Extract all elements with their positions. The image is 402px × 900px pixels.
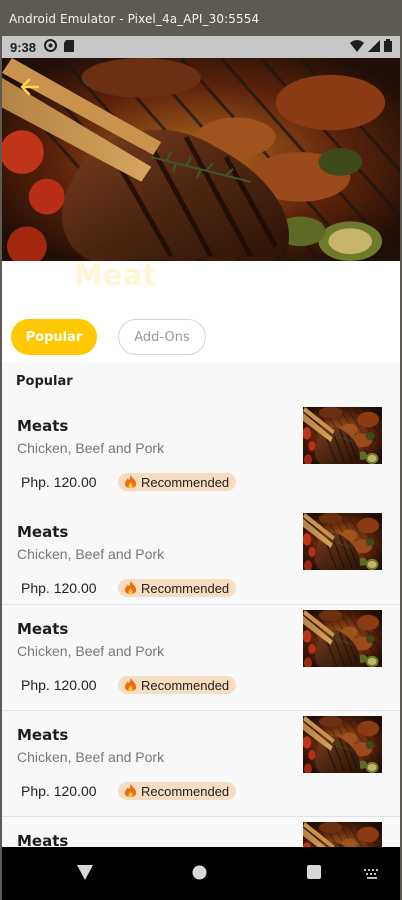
back-arrow-icon[interactable]	[18, 75, 42, 99]
item-name: Meats	[17, 832, 69, 847]
page-title: Meat	[74, 258, 157, 292]
status-bar: 9:38	[2, 36, 400, 58]
fire-icon	[124, 783, 137, 799]
fire-icon	[124, 677, 137, 693]
menu-item[interactable]: Meats Chicken, Beef and Pork Php. 120.00…	[2, 710, 400, 816]
badge-label: Recommended	[141, 677, 230, 693]
android-nav-bar	[2, 847, 400, 900]
item-price: Php. 120.00	[21, 474, 97, 490]
sd-card-icon	[64, 39, 75, 55]
item-name: Meats	[17, 417, 69, 435]
item-name: Meats	[17, 726, 69, 744]
item-name: Meats	[17, 523, 69, 541]
tab-popular[interactable]: Popular	[11, 319, 97, 355]
item-thumbnail	[303, 513, 382, 570]
recommended-badge: Recommended	[118, 676, 237, 694]
recommended-badge: Recommended	[118, 473, 237, 491]
hero-image	[2, 58, 400, 261]
recommended-badge: Recommended	[118, 782, 237, 800]
item-description: Chicken, Beef and Pork	[17, 749, 165, 765]
keyboard-icon[interactable]	[364, 867, 380, 885]
overview-square-icon[interactable]	[307, 865, 321, 884]
badge-label: Recommended	[141, 474, 230, 490]
menu-item[interactable]: Meats	[2, 816, 400, 847]
menu-item[interactable]: Meats Chicken, Beef and Pork Php. 120.00…	[2, 508, 400, 614]
item-description: Chicken, Beef and Pork	[17, 440, 165, 456]
badge-label: Recommended	[141, 783, 230, 799]
fire-icon	[124, 580, 137, 596]
menu-list: Popular Meats Chicken, Beef and Pork Php…	[2, 362, 400, 847]
item-name: Meats	[17, 620, 69, 638]
badge-label: Recommended	[141, 580, 230, 596]
section-heading: Popular	[16, 374, 73, 389]
wifi-icon	[350, 39, 364, 55]
menu-item[interactable]: Meats Chicken, Beef and Pork Php. 120.00…	[2, 604, 400, 710]
item-price: Php. 120.00	[21, 580, 97, 596]
data-saver-icon	[44, 39, 58, 55]
menu-item[interactable]: Meats Chicken, Beef and Pork Php. 120.00…	[2, 402, 400, 508]
status-time: 9:38	[10, 39, 37, 55]
item-thumbnail	[303, 822, 382, 847]
back-triangle-icon[interactable]	[76, 863, 94, 886]
item-thumbnail	[303, 716, 382, 773]
recommended-badge: Recommended	[118, 579, 237, 597]
item-description: Chicken, Beef and Pork	[17, 546, 165, 562]
status-right-icons	[350, 39, 392, 55]
home-circle-icon[interactable]	[192, 865, 207, 885]
item-price: Php. 120.00	[21, 677, 97, 693]
battery-icon	[384, 39, 392, 55]
item-price: Php. 120.00	[21, 783, 97, 799]
emulator-title-bar: Android Emulator - Pixel_4a_API_30:5554	[0, 0, 402, 36]
signal-icon	[368, 39, 380, 55]
tab-add-ons[interactable]: Add-Ons	[118, 319, 206, 355]
fire-icon	[124, 474, 137, 490]
emulator-title: Android Emulator - Pixel_4a_API_30:5554	[9, 12, 260, 26]
item-thumbnail	[303, 610, 382, 667]
item-thumbnail	[303, 407, 382, 464]
item-description: Chicken, Beef and Pork	[17, 643, 165, 659]
